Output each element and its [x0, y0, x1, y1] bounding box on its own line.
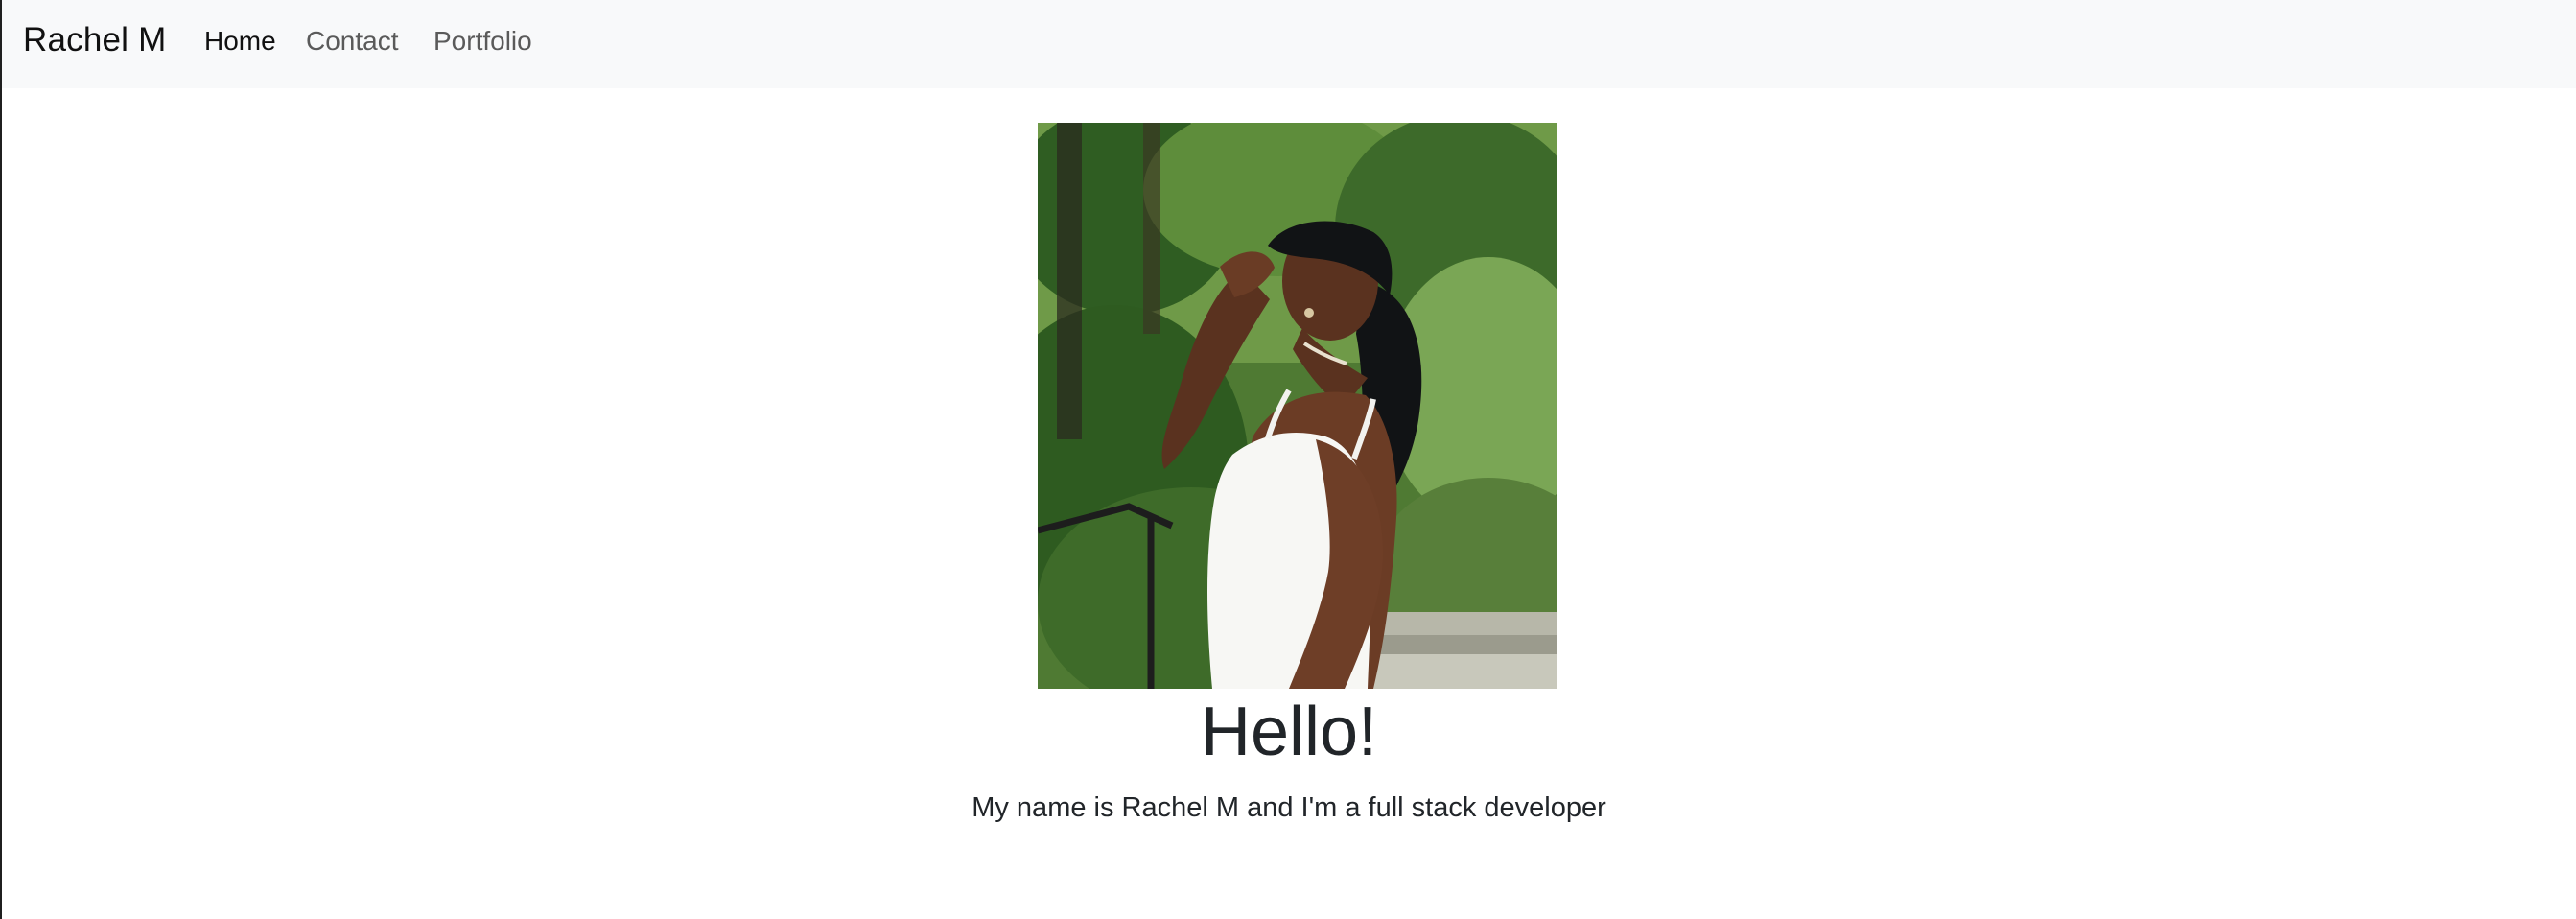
navbar: Rachel M Home Contact Portfolio [2, 0, 2576, 88]
page: Rachel M Home Contact Portfolio Hello! M… [0, 0, 2576, 919]
nav-link-portfolio[interactable]: Portfolio [433, 23, 532, 59]
intro-text: My name is Rachel M and I'm a full stack… [972, 792, 1606, 823]
hello-heading: Hello! [1200, 694, 1378, 770]
brand-link[interactable]: Rachel M [23, 19, 166, 61]
nav-link-contact[interactable]: Contact [306, 23, 399, 59]
profile-photo [1038, 123, 1557, 689]
nav-link-home[interactable]: Home [204, 23, 276, 59]
